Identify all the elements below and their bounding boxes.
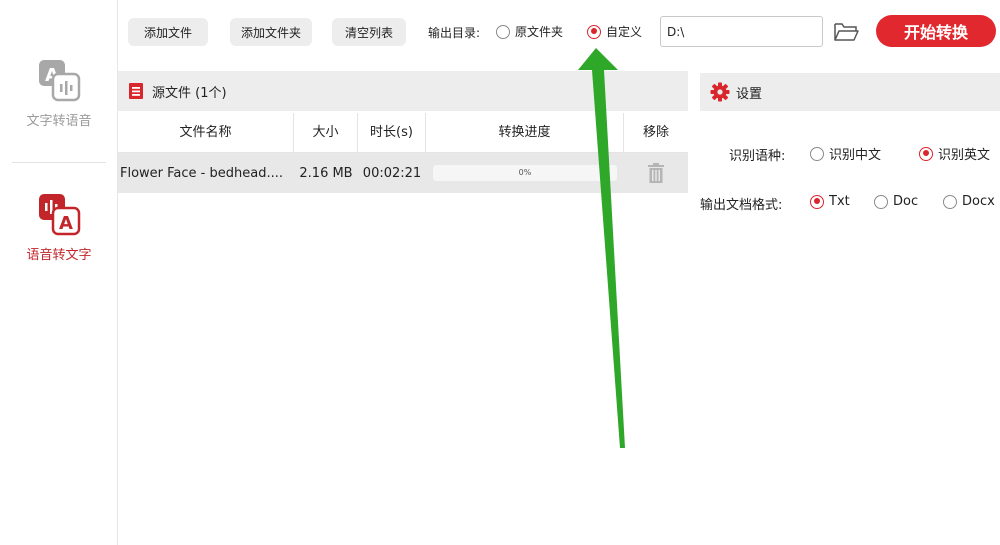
sidebar-item-label: 语音转文字: [26, 248, 92, 263]
column-header-progress: 转换进度: [426, 112, 624, 153]
language-english-radio[interactable]: 识别英文: [919, 144, 990, 163]
radio-circle: [810, 194, 824, 209]
output-dir-label: 输出目录:: [428, 26, 481, 40]
toolbar: 添加文件 添加文件夹 清空列表 输出目录: 原文件夹 自定义 开始转换: [118, 0, 1000, 64]
clear-list-button[interactable]: 清空列表: [332, 18, 406, 46]
file-progress-cell: 0%: [426, 165, 624, 181]
source-files-header: 源文件 (1个): [118, 71, 688, 111]
app-window: A 文字转语音 A 语音转文字 添加文件 添加文件夹 清空列表 输出目录: 原文…: [0, 0, 1000, 545]
add-file-button[interactable]: 添加文件: [128, 18, 208, 46]
output-custom-radio[interactable]: 自定义: [587, 23, 642, 40]
file-remove-cell: [624, 159, 688, 187]
sidebar-item-text-to-speech[interactable]: A 文字转语音: [0, 56, 118, 156]
progress-text: 0%: [518, 168, 532, 177]
speech-to-text-icon: A: [39, 194, 81, 236]
radio-circle: [496, 24, 510, 39]
svg-text:A: A: [59, 213, 73, 234]
radio-label: Doc: [893, 194, 919, 209]
start-convert-button[interactable]: 开始转换: [876, 15, 996, 47]
radio-label: Txt: [829, 194, 850, 209]
radio-label: 识别中文: [829, 148, 882, 163]
sidebar-item-speech-to-text[interactable]: A 语音转文字: [0, 190, 118, 290]
radio-circle: [810, 146, 824, 161]
file-duration-cell: 00:02:21: [362, 165, 422, 181]
source-files-title: 源文件 (1个): [152, 85, 227, 101]
language-label: 识别语种:: [729, 149, 786, 164]
format-txt-radio[interactable]: Txt: [810, 194, 850, 209]
sidebar: A 文字转语音 A 语音转文字: [0, 0, 118, 545]
language-chinese-radio[interactable]: 识别中文: [810, 144, 881, 163]
trash-icon[interactable]: [648, 163, 664, 183]
text-to-speech-icon: A: [39, 60, 81, 102]
column-header-name: 文件名称: [118, 112, 294, 153]
radio-circle: [587, 24, 601, 39]
format-docx-radio[interactable]: Docx: [943, 194, 995, 209]
sidebar-item-label: 文字转语音: [26, 114, 92, 129]
radio-label: 原文件夹: [515, 25, 564, 39]
format-doc-radio[interactable]: Doc: [874, 194, 918, 209]
settings-title: 设置: [736, 86, 763, 102]
file-list-icon: [129, 83, 143, 99]
table-header: 文件名称 大小 时长(s) 转换进度 移除: [118, 112, 688, 153]
settings-header: 设置: [700, 73, 1000, 111]
output-path-input[interactable]: [660, 16, 823, 47]
file-size-cell: 2.16 MB: [299, 165, 353, 181]
output-original-radio[interactable]: 原文件夹: [496, 23, 563, 40]
radio-circle: [919, 146, 933, 161]
radio-label: Docx: [962, 194, 995, 209]
column-header-size: 大小: [294, 112, 358, 153]
progress-bar: 0%: [433, 165, 617, 181]
radio-circle: [943, 194, 957, 209]
column-header-duration: 时长(s): [358, 112, 426, 153]
add-folder-button[interactable]: 添加文件夹: [230, 18, 312, 46]
table-row[interactable]: Flower Face - bedhead.... 2.16 MB 00:02:…: [118, 153, 688, 193]
radio-label: 自定义: [606, 25, 643, 39]
file-table: 文件名称 大小 时长(s) 转换进度 移除 Flower Face - bedh…: [118, 112, 688, 193]
format-label: 输出文档格式:: [700, 198, 783, 213]
radio-label: 识别英文: [938, 148, 991, 163]
file-name-cell: Flower Face - bedhead....: [120, 165, 283, 181]
column-header-remove: 移除: [642, 124, 669, 140]
sidebar-divider: [12, 162, 106, 163]
gear-icon: [710, 82, 730, 102]
radio-circle: [874, 194, 888, 209]
folder-icon[interactable]: [832, 20, 860, 44]
